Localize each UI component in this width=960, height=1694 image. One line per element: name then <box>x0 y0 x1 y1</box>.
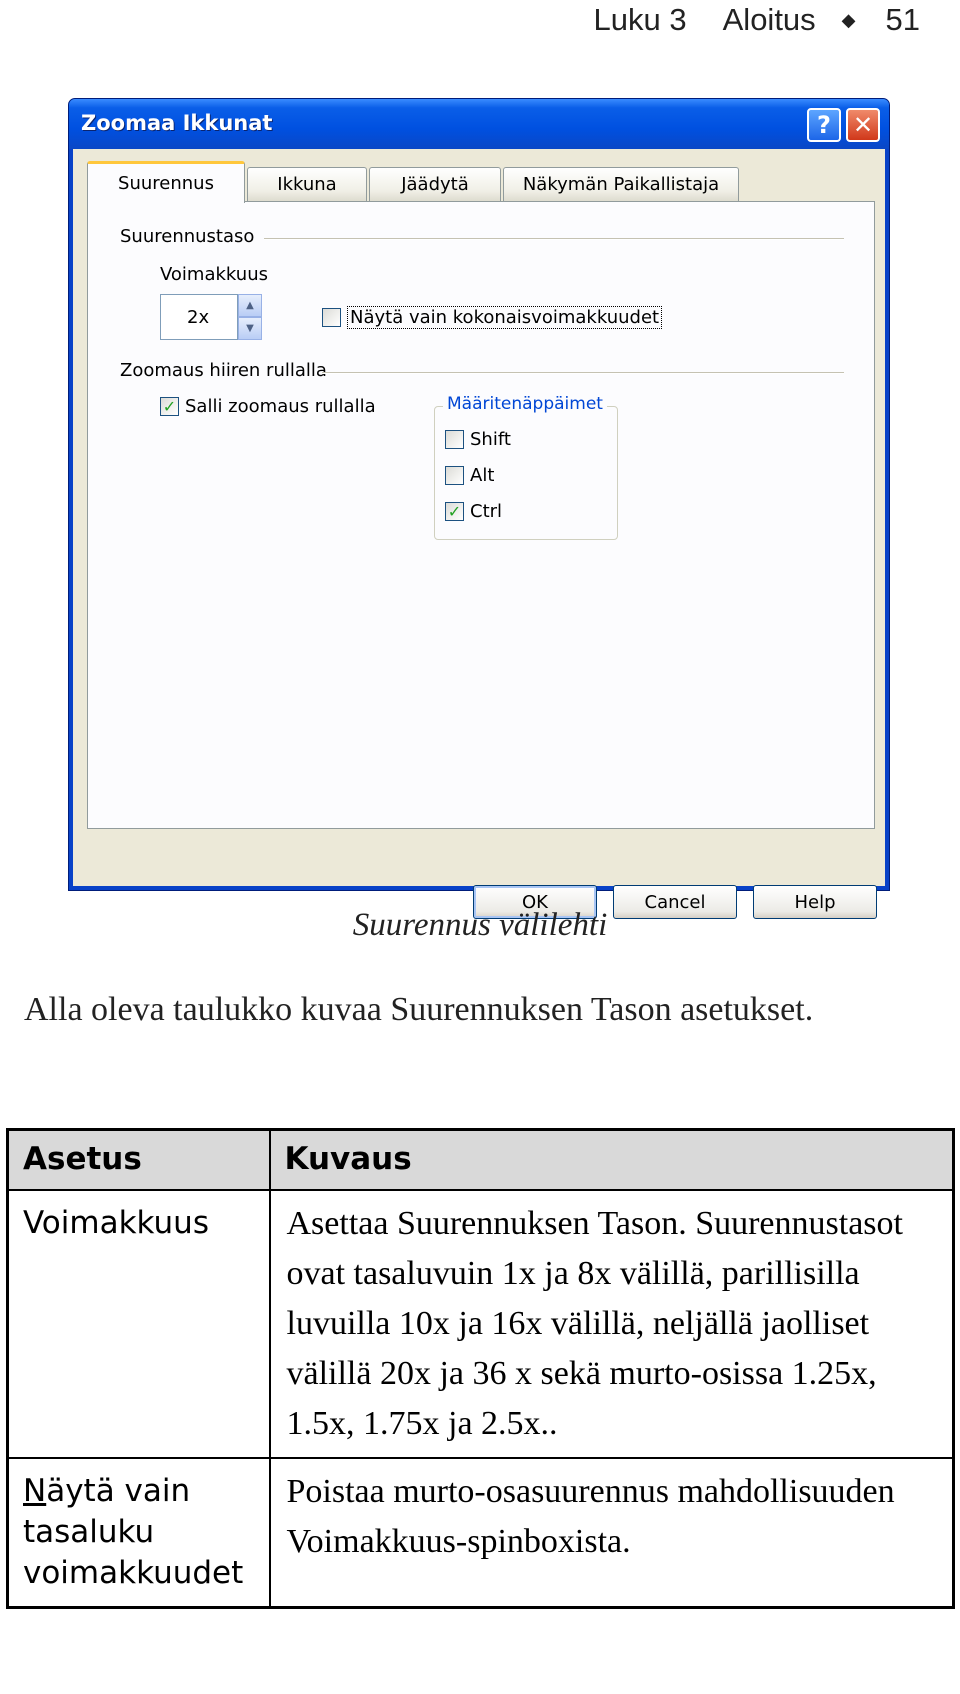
table-header-row: Asetus Kuvaus <box>6 1128 955 1191</box>
ctrl-label: Ctrl <box>470 501 503 522</box>
column-header-description: Kuvaus <box>268 1128 955 1191</box>
running-header: Luku 3 Aloitus ◆ 51 <box>594 0 920 40</box>
integer-only-label: Näytä vain kokonaisvoimakkuudet <box>347 306 663 329</box>
alt-label: Alt <box>470 465 495 486</box>
checkmark-icon[interactable]: ✓ <box>160 397 179 416</box>
ctrl-checkbox[interactable]: ✓ Ctrl <box>445 501 502 522</box>
strength-label: Voimakkuus <box>160 264 268 285</box>
tab-ikkuna[interactable]: Ikkuna <box>247 167 367 201</box>
magnification-group-label: Suurennustaso <box>120 226 255 247</box>
dialog-title: Zoomaa Ikkunat <box>81 111 273 135</box>
intro-paragraph: Alla oleva taulukko kuvaa Suurennuksen T… <box>24 991 814 1028</box>
dialog-client-area: Suurennus Ikkuna Jäädytä Näkymän Paikall… <box>73 149 885 919</box>
figure-caption: Suurennus välilehti <box>352 907 608 943</box>
tab-nakyman-paikallistaja[interactable]: Näkymän Paikallistaja <box>503 167 739 201</box>
checkbox-box[interactable] <box>445 430 464 449</box>
setting-cell: Näytä vain tasaluku voimakkuudet <box>6 1456 271 1608</box>
description-cell: Poistaa murto-osasuurennus mahdollisuude… <box>268 1456 955 1608</box>
chapter-label: Luku 3 <box>593 2 687 37</box>
settings-table: Asetus Kuvaus Voimakkuus Asettaa Suurenn… <box>6 1128 955 1609</box>
wheel-group-label: Zoomaus hiiren rullalla <box>120 360 327 381</box>
spin-down-icon[interactable]: ▼ <box>238 317 262 340</box>
mnemonic-letter: N <box>23 1472 47 1509</box>
spin-up-icon[interactable]: ▲ <box>238 294 262 317</box>
checkbox-box[interactable] <box>445 466 464 485</box>
modifier-keys-group: Määritenäppäimet Shift Alt ✓ Ctrl <box>434 394 618 540</box>
tab-label: Jäädytä <box>401 174 469 195</box>
tab-label: Suurennus <box>118 173 214 194</box>
dialog-titlebar[interactable]: Zoomaa Ikkunat ? ✕ <box>69 99 889 149</box>
page-number: 51 <box>885 2 920 37</box>
column-header-setting: Asetus <box>6 1128 271 1191</box>
checkbox-box[interactable] <box>322 308 341 327</box>
allow-wheel-zoom-checkbox[interactable]: ✓ Salli zoomaus rullalla <box>160 396 376 417</box>
close-icon[interactable]: ✕ <box>846 108 880 142</box>
tab-panel-suurennus: Suurennustaso Voimakkuus 2x ▲ ▼ Näytä va… <box>87 201 875 829</box>
tab-label: Näkymän Paikallistaja <box>522 174 720 195</box>
modifier-keys-legend: Määritenäppäimet <box>443 394 607 414</box>
section-label: Aloitus <box>722 2 816 37</box>
help-icon[interactable]: ? <box>807 108 841 142</box>
strength-spin-buttons: ▲ ▼ <box>238 294 262 340</box>
strength-spinbox-input[interactable]: 2x <box>160 294 238 340</box>
table-row: Näytä vain tasaluku voimakkuudet Poistaa… <box>6 1456 955 1608</box>
alt-checkbox[interactable]: Alt <box>445 465 494 486</box>
zoom-windows-dialog: Zoomaa Ikkunat ? ✕ Suurennus Ikkuna Jääd… <box>68 98 890 919</box>
setting-cell: Voimakkuus <box>6 1188 271 1459</box>
diamond-icon: ◆ <box>841 9 856 30</box>
tab-jaadyta[interactable]: Jäädytä <box>369 167 501 201</box>
group-divider <box>322 372 844 374</box>
tab-suurennus[interactable]: Suurennus <box>87 161 245 203</box>
description-cell: Asettaa Suurennuksen Tason. Suurennustas… <box>268 1188 955 1459</box>
checkmark-icon[interactable]: ✓ <box>445 502 464 521</box>
table-row: Voimakkuus Asettaa Suurennuksen Tason. S… <box>6 1188 955 1459</box>
integer-only-checkbox[interactable]: Näytä vain kokonaisvoimakkuudet <box>322 306 663 329</box>
shift-label: Shift <box>470 429 511 450</box>
shift-checkbox[interactable]: Shift <box>445 429 511 450</box>
tab-label: Ikkuna <box>277 174 337 195</box>
setting-text: äytä vain tasaluku voimakkuudet <box>23 1472 244 1591</box>
group-divider <box>264 238 844 240</box>
allow-wheel-label: Salli zoomaus rullalla <box>185 396 376 417</box>
